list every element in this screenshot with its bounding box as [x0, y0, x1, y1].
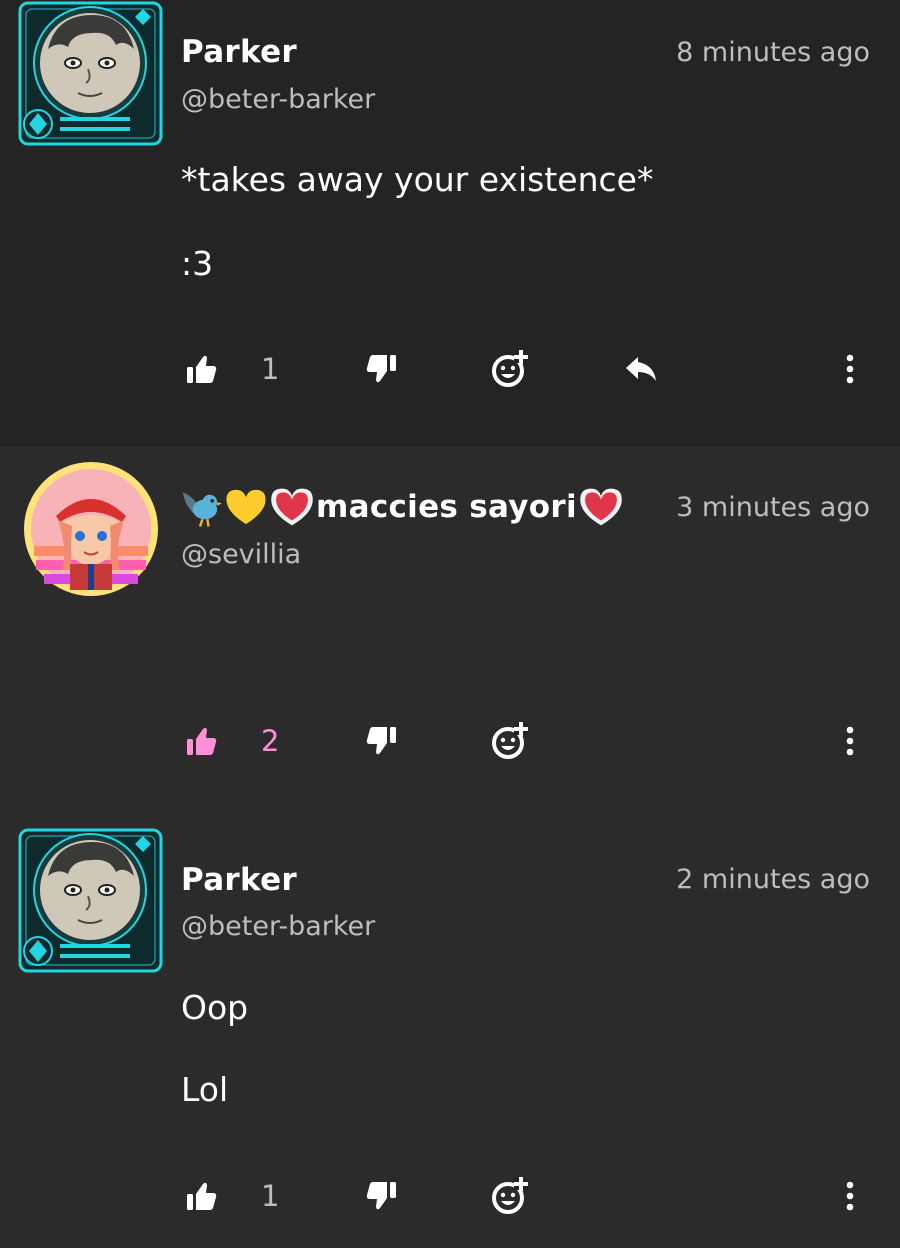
more-options-button[interactable] [838, 339, 862, 399]
heart-emoji-icon [579, 485, 623, 529]
add-reaction-button[interactable] [486, 711, 534, 771]
comment-author-name: maccies sayori [316, 489, 577, 525]
comment-actions: 1 [0, 1166, 900, 1226]
more-vertical-icon [844, 723, 856, 759]
bird-emoji-icon [178, 485, 222, 529]
reply-icon [622, 351, 662, 387]
like-button[interactable] [182, 1166, 222, 1226]
add-reaction-icon [488, 347, 532, 391]
thumbs-up-icon [184, 1178, 220, 1214]
yellow-heart-emoji-icon [224, 485, 268, 529]
more-vertical-icon [844, 351, 856, 387]
add-reaction-icon [488, 1174, 532, 1218]
dislike-button[interactable] [361, 339, 401, 399]
like-count: 2 [261, 724, 280, 758]
comment-item: Parker @beter-barker 8 minutes ago *take… [0, 0, 900, 447]
comment-actions: 1 [0, 339, 900, 399]
add-reaction-button[interactable] [486, 339, 534, 399]
comment-text-line: Lol [181, 1070, 229, 1109]
like-count: 1 [261, 1179, 280, 1213]
like-count: 1 [261, 352, 280, 386]
more-options-button[interactable] [838, 1166, 862, 1226]
reply-button[interactable] [620, 339, 664, 399]
avatar[interactable] [18, 1, 163, 146]
avatar[interactable] [18, 828, 163, 973]
more-options-button[interactable] [838, 711, 862, 771]
like-button[interactable] [182, 339, 222, 399]
comment-author-handle[interactable]: @beter-barker [181, 84, 375, 115]
add-reaction-button[interactable] [486, 1166, 534, 1226]
comment-author-name-row[interactable]: maccies sayori [178, 485, 625, 529]
comment-timestamp: 3 minutes ago [676, 492, 870, 523]
comment-text-line: Oop [181, 988, 249, 1027]
comment-author-handle[interactable]: @beter-barker [181, 911, 375, 942]
dislike-button[interactable] [361, 1166, 401, 1226]
comment-actions: 2 [0, 711, 900, 771]
thumbs-down-icon [363, 351, 399, 387]
comment-author-name[interactable]: Parker [181, 34, 297, 70]
avatar[interactable] [22, 460, 160, 598]
comment-text-line: *takes away your existence* [181, 160, 654, 199]
like-button[interactable] [182, 711, 222, 771]
dislike-button[interactable] [361, 711, 401, 771]
comment-item: Parker @beter-barker 2 minutes ago Oop L… [0, 820, 900, 1248]
comment-text-line: :3 [181, 244, 214, 283]
comment-author-handle[interactable]: @sevillia [181, 539, 301, 570]
thumbs-up-icon [184, 351, 220, 387]
comment-item: maccies sayori @sevillia 3 minutes ago 2 [0, 447, 900, 820]
comment-timestamp: 2 minutes ago [676, 864, 870, 895]
add-reaction-icon [488, 719, 532, 763]
more-vertical-icon [844, 1178, 856, 1214]
thumbs-up-icon [184, 723, 220, 759]
thumbs-down-icon [363, 1178, 399, 1214]
comment-timestamp: 8 minutes ago [676, 37, 870, 68]
comment-author-name[interactable]: Parker [181, 862, 297, 898]
thumbs-down-icon [363, 723, 399, 759]
heart-emoji-icon [270, 485, 314, 529]
